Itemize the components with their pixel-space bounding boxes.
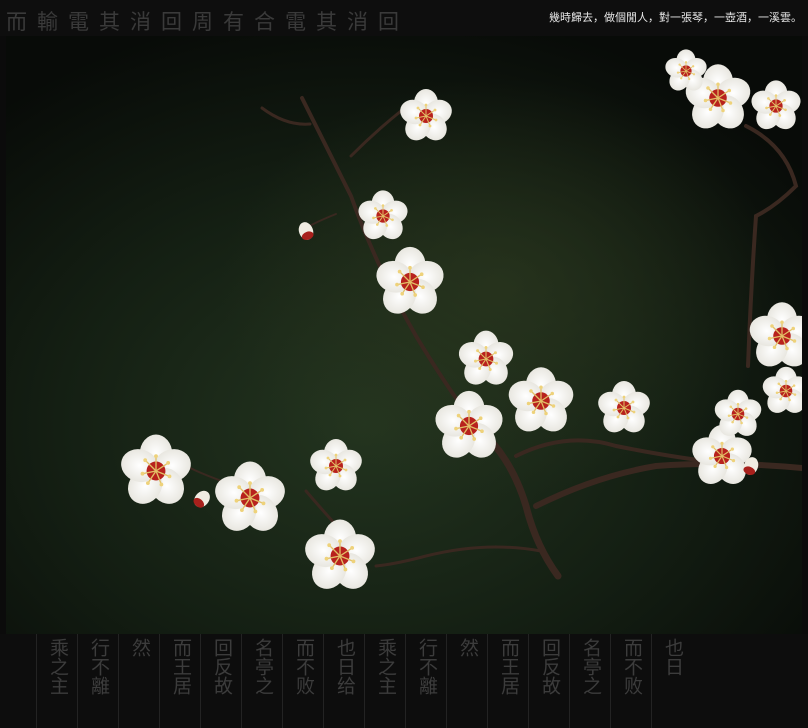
calligraphy-column: 名亭之 bbox=[252, 638, 274, 695]
footer-calligraphy: 乘之主 行不離然而王居 回反故 名亭之 而不败 也日给 乘之主 行不離然而王居 回反故 名亭之 而不… bbox=[0, 634, 808, 728]
calligraphy-column: 行不離 bbox=[416, 638, 438, 695]
column-divider bbox=[200, 634, 201, 728]
calligraphy-column: 然 bbox=[129, 638, 151, 657]
column-divider bbox=[569, 634, 570, 728]
column-divider bbox=[405, 634, 406, 728]
column-divider bbox=[487, 634, 488, 728]
column-divider bbox=[610, 634, 611, 728]
calligraphy-column: 名亭之 bbox=[580, 638, 602, 695]
plum-blossom-illustration bbox=[6, 36, 802, 634]
column-divider bbox=[364, 634, 365, 728]
calligraphy-column: 而王居 bbox=[498, 638, 520, 695]
column-divider bbox=[159, 634, 160, 728]
top-banner: 而輸電其消回周有合電其消回 幾時歸去，做個閒人，對一張琴，一壺酒，一溪雲。 bbox=[0, 0, 808, 36]
column-divider bbox=[36, 634, 37, 728]
banner-caption: 幾時歸去，做個閒人，對一張琴，一壺酒，一溪雲。 bbox=[549, 11, 802, 24]
calligraphy-column: 也日 bbox=[662, 638, 684, 676]
calligraphy-column: 乘之主 bbox=[47, 638, 69, 695]
calligraphy-column: 行不離 bbox=[88, 638, 110, 695]
calligraphy-column: 而不败 bbox=[621, 638, 643, 695]
column-divider bbox=[118, 634, 119, 728]
column-divider bbox=[651, 634, 652, 728]
column-divider bbox=[77, 634, 78, 728]
banner-calligraphy: 而輸電其消回周有合電其消回 bbox=[6, 10, 409, 34]
column-divider bbox=[323, 634, 324, 728]
column-divider bbox=[528, 634, 529, 728]
calligraphy-column: 回反故 bbox=[539, 638, 561, 695]
calligraphy-column: 然 bbox=[457, 638, 479, 657]
calligraphy-column: 而不败 bbox=[293, 638, 315, 695]
calligraphy-column: 而王居 bbox=[170, 638, 192, 695]
plum-blossom-photo bbox=[6, 36, 802, 634]
calligraphy-column: 也日给 bbox=[334, 638, 356, 695]
calligraphy-column: 乘之主 bbox=[375, 638, 397, 695]
column-divider bbox=[282, 634, 283, 728]
column-divider bbox=[241, 634, 242, 728]
calligraphy-column: 回反故 bbox=[211, 638, 233, 695]
column-divider bbox=[446, 634, 447, 728]
